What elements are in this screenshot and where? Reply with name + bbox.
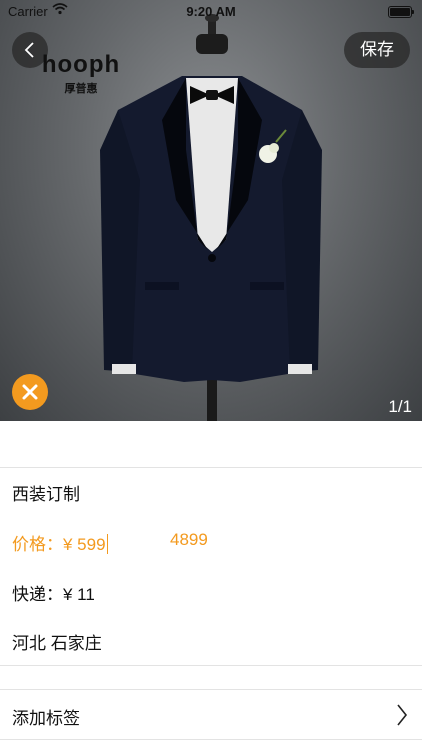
- status-time: 9:20 AM: [186, 4, 236, 19]
- save-button[interactable]: 保存: [344, 32, 410, 68]
- battery-icon: [388, 6, 414, 18]
- divider: [0, 739, 422, 740]
- express-fee-row[interactable]: 快递：¥ 11: [12, 580, 422, 605]
- divider: [0, 467, 422, 468]
- product-image: Carrier 9:20 AM hooph 厚普惠 保存 1/1: [0, 0, 422, 421]
- close-icon: [22, 384, 38, 400]
- divider: [0, 689, 422, 690]
- product-title[interactable]: 西装订制: [12, 480, 422, 505]
- original-price: 4899: [170, 530, 208, 549]
- add-tag-label: 添加标签: [12, 709, 80, 728]
- text-cursor: [106, 534, 108, 554]
- price-row[interactable]: 价格：¥ 599 4899: [12, 530, 422, 555]
- chevron-right-icon: [397, 704, 408, 726]
- back-chevron-icon: [24, 42, 34, 58]
- page-indicator: 1/1: [388, 397, 412, 416]
- delete-image-button[interactable]: [12, 374, 48, 410]
- status-bar: Carrier 9:20 AM: [0, 0, 422, 22]
- brand-logo: hooph 厚普惠: [36, 52, 126, 96]
- brand-subtitle: 厚普惠: [64, 83, 98, 95]
- location-row[interactable]: 河北 石家庄: [12, 629, 422, 654]
- price-input[interactable]: 价格：¥ 599: [12, 535, 106, 554]
- divider: [0, 665, 422, 666]
- brand-name: hooph: [41, 51, 121, 78]
- add-tag-row[interactable]: 添加标签: [12, 704, 410, 729]
